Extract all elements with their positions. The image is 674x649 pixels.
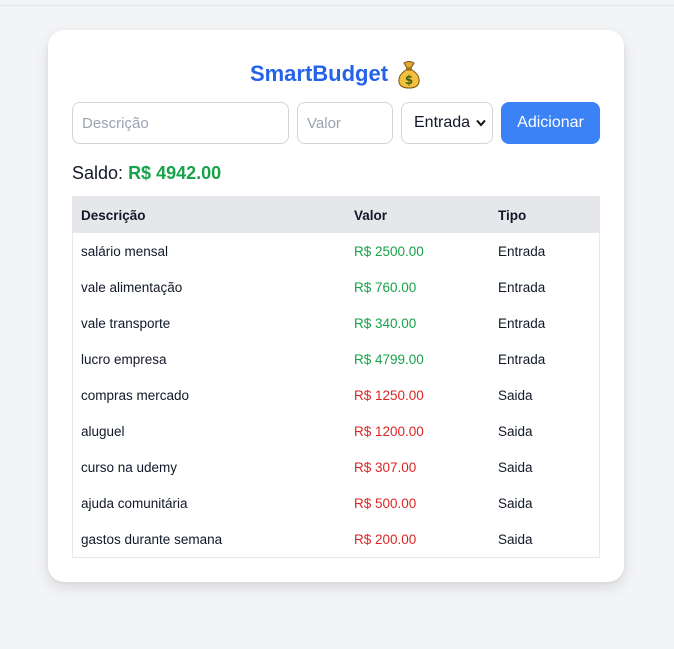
row-description: curso na udemy xyxy=(81,459,178,475)
transactions-table: Descrição Valor Tipo salário mensal R$ 25… xyxy=(72,196,600,558)
top-border xyxy=(0,0,674,6)
svg-text:$: $ xyxy=(405,73,413,87)
table-row: gastos durante semana R$ 200.00 Saida xyxy=(73,521,599,557)
row-value: R$ 4799.00 xyxy=(354,351,424,367)
row-type: Saida xyxy=(498,423,533,439)
row-type: Entrada xyxy=(498,279,546,295)
row-value: R$ 1200.00 xyxy=(354,423,424,439)
row-type: Entrada xyxy=(498,243,546,259)
balance-label: Saldo: xyxy=(72,163,124,183)
table-row: curso na udemy R$ 307.00 Saida xyxy=(73,449,599,485)
row-value: R$ 2500.00 xyxy=(354,243,424,259)
balance: Saldo: R$ 4942.00 xyxy=(72,163,221,184)
row-type: Saida xyxy=(498,531,533,547)
row-description: gastos durante semana xyxy=(81,531,223,547)
row-description: aluguel xyxy=(81,423,125,439)
table-row: ajuda comunitária R$ 500.00 Saida xyxy=(73,485,599,521)
app-title: SmartBudget xyxy=(249,61,389,86)
table-row: vale transporte R$ 340.00 Entrada xyxy=(73,305,599,341)
table-row: aluguel R$ 1200.00 Saida xyxy=(73,413,599,449)
row-type: Entrada xyxy=(498,315,546,331)
row-type: Saida xyxy=(498,495,533,511)
header-value: Valor xyxy=(354,207,388,223)
row-value: R$ 500.00 xyxy=(354,495,417,511)
type-select[interactable]: Entrada xyxy=(401,102,493,144)
add-button[interactable]: Adicionar xyxy=(501,102,600,144)
table-row: lucro empresa R$ 4799.00 Entrada xyxy=(73,341,599,377)
row-description: compras mercado xyxy=(81,387,190,403)
chevron-down-icon xyxy=(476,119,486,127)
table-row: vale alimentação R$ 760.00 Entrada xyxy=(73,269,599,305)
row-description: vale alimentação xyxy=(81,279,183,295)
row-type: Entrada xyxy=(498,351,546,367)
row-value: R$ 760.00 xyxy=(354,279,417,295)
row-value: R$ 1250.00 xyxy=(354,387,424,403)
row-description: ajuda comunitária xyxy=(81,495,188,511)
row-description: lucro empresa xyxy=(81,351,167,367)
row-type: Saida xyxy=(498,387,533,403)
table-row: compras mercado R$ 1250.00 Saida xyxy=(73,377,599,413)
money-bag-icon: $ xyxy=(396,59,422,89)
row-value: R$ 307.00 xyxy=(354,459,417,475)
value-input[interactable] xyxy=(297,102,393,144)
header-description: Descrição xyxy=(81,207,146,223)
budget-card: SmartBudget $ Entrada Adicionar Saldo: R… xyxy=(48,30,624,582)
table-row: salário mensal R$ 2500.00 Entrada xyxy=(73,233,599,269)
balance-amount: R$ 4942.00 xyxy=(128,163,222,183)
description-input[interactable] xyxy=(72,102,289,144)
header-type: Tipo xyxy=(498,207,527,223)
row-description: vale transporte xyxy=(81,315,171,331)
header: SmartBudget $ xyxy=(48,58,624,90)
add-transaction-form: Entrada Adicionar xyxy=(72,102,600,144)
table-header-row: Descrição Valor Tipo xyxy=(73,197,599,233)
row-value: R$ 200.00 xyxy=(354,531,417,547)
row-description: salário mensal xyxy=(81,243,169,259)
type-select-value: Entrada xyxy=(414,114,471,131)
row-value: R$ 340.00 xyxy=(354,315,417,331)
row-type: Saida xyxy=(498,459,533,475)
